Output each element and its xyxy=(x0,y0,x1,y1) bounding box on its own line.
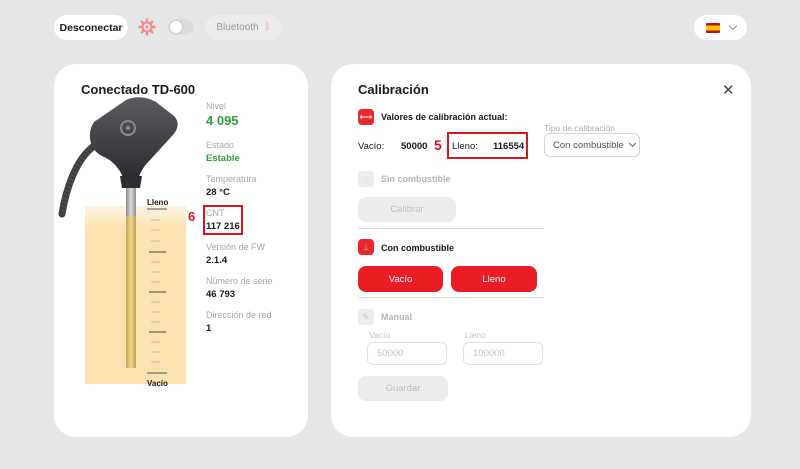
sensor-illustration: Lleno Vacío xyxy=(58,97,186,388)
no-fuel-icon: ◌ xyxy=(358,171,374,187)
scale-top-label: Lleno xyxy=(147,198,168,207)
calibration-type-select[interactable]: Con combustible xyxy=(544,133,640,157)
info-label: Nivel xyxy=(206,101,227,111)
info-label: Estado xyxy=(206,140,235,150)
divider xyxy=(358,297,544,298)
close-icon[interactable]: ✕ xyxy=(722,83,735,98)
calibration-card: Calibración ✕ ⟷ Valores de calibración a… xyxy=(331,64,751,437)
info-status: Estado Estable xyxy=(206,140,240,164)
full-value: 116554 xyxy=(493,141,525,152)
chevron-down-icon xyxy=(728,21,737,31)
chevron-down-icon xyxy=(628,139,636,148)
info-serial: Número de serie 46 793 xyxy=(206,276,273,300)
info-label: Número de serie xyxy=(206,276,273,286)
no-fuel-label: Sin combustible xyxy=(381,174,451,184)
info-value: 4 095 xyxy=(206,113,239,128)
full-value-label: Lleno: xyxy=(452,141,478,152)
manual-label: Manual xyxy=(381,312,413,322)
annotation-number-5: 5 xyxy=(434,137,442,153)
info-value: 28 °C xyxy=(206,187,230,198)
manual-empty-input[interactable]: 50000 xyxy=(367,342,447,365)
empty-value: 50000 xyxy=(401,141,428,152)
manual-empty-field-label: Vacío xyxy=(369,330,391,340)
manual-full-input[interactable]: 100000 xyxy=(463,342,543,365)
annotation-number-6: 6 xyxy=(188,209,196,224)
arrows-horizontal-icon: ⟷ xyxy=(358,109,374,125)
info-value: 46 793 xyxy=(206,289,236,300)
full-calibrate-button[interactable]: Lleno xyxy=(451,266,537,292)
info-level: Nivel 4 095 xyxy=(206,101,239,128)
info-label: Dirección de red xyxy=(206,310,272,320)
pencil-icon: ✎ xyxy=(358,309,374,325)
info-temperature: Temperatura 28 °C xyxy=(206,174,257,198)
calibration-type-label: Tipo de calibración xyxy=(544,123,616,133)
info-label: Temperatura xyxy=(206,174,257,184)
cnt-highlight-box xyxy=(203,205,243,235)
bluetooth-label: Bluetooth xyxy=(216,22,259,33)
info-value: Estable xyxy=(206,153,240,164)
manual-full-field-label: Lleno xyxy=(465,330,486,340)
fuel-drop-icon: 💧︎ xyxy=(358,239,374,255)
gear-icon[interactable] xyxy=(138,18,156,36)
language-selector[interactable] xyxy=(694,15,747,40)
calibrate-button[interactable]: Calibrar xyxy=(358,197,456,222)
calibration-type-value: Con combustible xyxy=(553,139,624,151)
info-fw-version: Versión de FW 2.1.4 xyxy=(206,242,265,266)
bluetooth-icon: ᛒ xyxy=(264,22,271,33)
calibration-title: Calibración xyxy=(358,82,429,97)
info-label: Versión de FW xyxy=(206,242,266,252)
info-value: 2.1.4 xyxy=(206,255,228,266)
empty-calibrate-button[interactable]: Vacío xyxy=(358,266,443,292)
bluetooth-button[interactable]: Bluetooth ᛒ xyxy=(205,15,282,40)
empty-value-label: Vacío: xyxy=(358,141,385,152)
device-card: Conectado TD-600 Lleno Vacío Nivel 4 095… xyxy=(54,64,308,437)
current-values-label: Valores de calibración actual: xyxy=(381,112,508,122)
divider xyxy=(358,228,544,229)
disconnect-button[interactable]: Desconectar xyxy=(54,15,128,40)
with-fuel-label: Con combustible xyxy=(381,243,455,253)
info-value: 1 xyxy=(206,323,212,334)
save-button[interactable]: Guardar xyxy=(358,376,448,401)
info-network-address: Dirección de red 1 xyxy=(206,310,272,334)
scale-bottom-label: Vacío xyxy=(147,379,168,388)
toggle-knob xyxy=(170,21,182,33)
connection-toggle[interactable] xyxy=(168,19,194,35)
spain-flag-icon xyxy=(705,22,720,33)
